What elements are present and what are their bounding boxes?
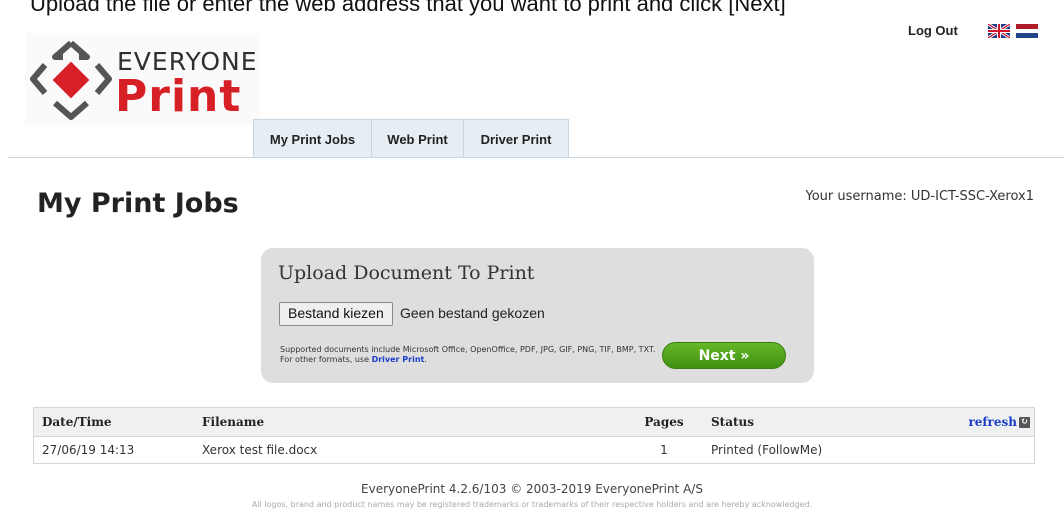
no-file-chosen-text: Geen bestand gekozen [400, 305, 545, 321]
tab-my-print-jobs[interactable]: My Print Jobs [253, 119, 372, 157]
netherlands-flag-icon[interactable] [1016, 24, 1038, 38]
footer-version: EveryonePrint 4.2.6/103 © 2003-2019 Ever… [361, 482, 703, 496]
supported-formats-text: Supported documents include Microsoft Of… [280, 345, 660, 365]
header-divider [8, 157, 1064, 158]
main-tabs: My Print Jobs Web Print Driver Print [253, 119, 569, 157]
job-status: Printed (FollowMe) [705, 436, 912, 464]
column-header-status: Status [705, 407, 912, 437]
job-filename: Xerox test file.docx [201, 436, 623, 464]
logo-text-print: Print [115, 71, 242, 122]
next-button[interactable]: Next » [662, 342, 786, 369]
job-pages: 1 [623, 436, 705, 464]
refresh-link[interactable]: refresh [968, 415, 1017, 429]
job-date: 27/06/19 14:13 [33, 436, 201, 464]
refresh-cell: refresh ↻ [912, 407, 1035, 437]
username-text: Your username: UD-ICT-SSC-Xerox1 [805, 189, 1034, 204]
column-header-pages: Pages [623, 407, 705, 437]
table-header-row: Date/Time Filename Pages Status refresh ↻ [33, 407, 1035, 437]
upload-title: Upload Document To Print [278, 262, 535, 284]
tab-driver-print[interactable]: Driver Print [464, 119, 569, 157]
supported-formats-label: Supported documents include Microsoft Of… [280, 345, 656, 364]
everyoneprint-logo[interactable]: EVERYONE Print [25, 33, 260, 125]
table-row[interactable]: 27/06/19 14:13 Xerox test file.docx 1 Pr… [33, 436, 1035, 464]
uk-flag-icon[interactable] [988, 24, 1010, 38]
page-title: My Print Jobs [37, 188, 239, 219]
logo-mark-icon [30, 40, 112, 120]
job-actions [912, 436, 1035, 464]
choose-file-button[interactable]: Bestand kiezen [279, 302, 393, 326]
print-jobs-table: Date/Time Filename Pages Status refresh ↻… [33, 407, 1035, 464]
driver-print-link[interactable]: Driver Print [372, 355, 425, 364]
column-header-date: Date/Time [33, 407, 201, 437]
instruction-text: Upload the file or enter the web address… [30, 0, 786, 16]
supported-formats-suffix: . [424, 355, 427, 364]
logout-link[interactable]: Log Out [908, 23, 958, 38]
refresh-icon[interactable]: ↻ [1019, 417, 1030, 428]
footer-disclaimer: All logos, brand and product names may b… [251, 500, 813, 509]
tab-web-print[interactable]: Web Print [372, 119, 464, 157]
column-header-filename: Filename [201, 407, 623, 437]
upload-panel: Upload Document To Print Bestand kiezen … [261, 248, 814, 383]
